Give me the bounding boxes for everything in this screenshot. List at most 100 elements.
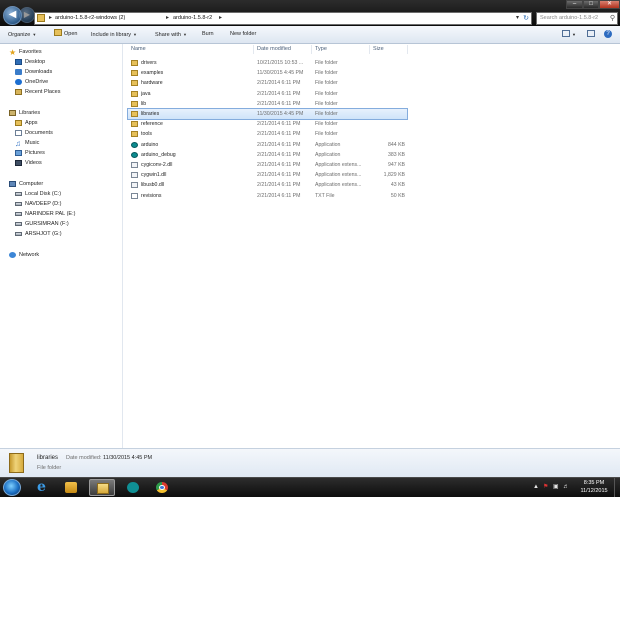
file-date-modified: 2/21/2014 6:11 PM (257, 100, 301, 107)
file-row[interactable]: examples 11/30/2015 4:45 PM File folder (128, 68, 407, 78)
show-desktop-button[interactable] (614, 478, 620, 497)
file-row[interactable]: arduino 2/21/2014 6:11 PM Application 844 K… (128, 140, 407, 150)
arduino-icon (127, 482, 139, 493)
network-icon (9, 252, 16, 258)
close-button[interactable]: ✕ (599, 0, 620, 9)
file-date-modified: 2/21/2014 6:11 PM (257, 80, 301, 87)
nav-label: ARSHJOT (G:) (25, 231, 62, 237)
minimize-button[interactable]: – (566, 0, 583, 9)
share-with-button[interactable]: Share with ▼ (155, 26, 187, 43)
maximize-button[interactable]: □ (583, 0, 599, 9)
column-header-name[interactable]: Name (131, 44, 146, 54)
folder-icon (9, 453, 24, 473)
file-row[interactable]: libusb0.dll 2/21/2014 6:11 PM Application … (128, 180, 407, 190)
file-name: libraries (141, 111, 160, 117)
include-in-library-button[interactable]: Include in library ▼ (91, 26, 137, 43)
taskbar-media-player[interactable] (58, 479, 84, 496)
chevron-down-icon[interactable]: ▾ (516, 13, 519, 24)
column-divider[interactable] (407, 45, 408, 54)
file-date-modified: 11/30/2015 4:45 PM (257, 70, 304, 77)
clock-date[interactable]: 11/12/2015 (576, 488, 612, 494)
taskbar-windows-explorer[interactable] (89, 479, 115, 496)
file-row[interactable]: reference 2/21/2014 6:11 PM File folder (128, 119, 407, 129)
drive-icon (15, 192, 22, 196)
chevron-right-icon[interactable]: ▸ (49, 13, 52, 24)
show-hidden-icons-icon[interactable]: ▲ (533, 478, 539, 497)
file-row[interactable]: libraries 11/30/2015 4:45 PM File folder (127, 108, 408, 120)
search-input[interactable]: Search arduino-1.5.8-r2 ⚲ (536, 12, 618, 25)
folder-icon (131, 60, 138, 66)
column-divider[interactable] (253, 45, 254, 54)
nav-label: Music (25, 140, 40, 146)
file-size (372, 129, 405, 139)
application-icon (131, 151, 138, 158)
breadcrumb-item[interactable]: arduino-1.5.8-r2-windows (2) (55, 13, 125, 24)
start-button[interactable] (3, 479, 21, 496)
cloud-icon (15, 79, 22, 85)
file-row[interactable]: revisions 2/21/2014 6:11 PM TXT File 50 KB (128, 191, 407, 201)
breadcrumb-item[interactable]: arduino-1.5.8-r2 (173, 13, 212, 24)
column-header-size[interactable]: Size (373, 44, 384, 54)
file-date-modified: 2/21/2014 6:11 PM (257, 172, 301, 179)
organize-label: Organize (8, 32, 31, 38)
folder-icon (15, 120, 22, 126)
preview-pane-icon[interactable] (587, 30, 595, 37)
file-row[interactable]: drivers 10/21/2015 10:53 ... File folder (128, 58, 407, 68)
pictures-icon (15, 150, 22, 156)
file-size (372, 119, 405, 129)
windows-explorer-icon (97, 483, 109, 494)
command-bar: Organize ▼ Open Include in library ▼ Share… (0, 26, 620, 44)
change-view-icon[interactable] (562, 30, 570, 37)
open-label: Open (64, 31, 78, 37)
address-bar[interactable]: ▸ arduino-1.5.8-r2-windows (2) ▸ arduino… (34, 12, 532, 25)
taskbar-chrome[interactable] (149, 479, 175, 496)
nav-label: OneDrive (25, 79, 49, 85)
forward-button[interactable]: ▶ (19, 7, 35, 23)
file-row[interactable]: lib 2/21/2014 6:11 PM File folder (128, 99, 407, 109)
file-row[interactable]: arduino_debug 2/21/2014 6:11 PM Applicatio… (128, 150, 407, 160)
organize-button[interactable]: Organize ▼ (8, 26, 36, 43)
file-row[interactable]: hardware 2/21/2014 6:11 PM File folder (128, 78, 407, 88)
new-folder-button[interactable]: New folder (230, 26, 256, 43)
details-name: libraries (37, 455, 59, 461)
nav-label: Pictures (25, 150, 45, 156)
search-icon[interactable]: ⚲ (610, 13, 615, 24)
chevron-right-icon[interactable]: ▸ (219, 13, 222, 24)
file-name: reference (141, 121, 163, 128)
new-folder-label: New folder (230, 31, 257, 37)
file-type: Application extens... (315, 162, 362, 168)
share-with-label: Share with (155, 32, 181, 38)
taskbar-internet-explorer[interactable]: e (30, 479, 56, 496)
action-center-icon[interactable]: ⚑ (543, 478, 548, 497)
network-status-icon[interactable]: ▣ (553, 478, 559, 497)
file-size (372, 78, 405, 88)
column-header-type[interactable]: Type (315, 44, 327, 54)
volume-icon[interactable]: ♬ (563, 478, 569, 497)
open-icon (54, 29, 62, 36)
file-row[interactable]: cygwin1.dll 2/21/2014 6:11 PM Application … (128, 170, 407, 180)
refresh-icon[interactable]: ↻ (523, 13, 529, 24)
chevron-down-icon[interactable]: ▼ (572, 26, 576, 43)
computer-icon (9, 181, 16, 187)
file-name: tools (141, 131, 152, 138)
file-row[interactable]: java 2/21/2014 6:11 PM File folder (128, 89, 407, 99)
file-name: lib (141, 100, 147, 107)
file-type: File folder (315, 111, 338, 117)
help-icon[interactable]: ? (604, 30, 612, 38)
column-divider[interactable] (369, 45, 370, 54)
open-button[interactable]: Open (54, 26, 77, 43)
search-placeholder: Search arduino-1.5.8-r2 (540, 15, 599, 21)
file-name: revisions (141, 192, 162, 199)
clock-time[interactable]: 8:35 PM (576, 480, 612, 486)
nav-label: Downloads (25, 69, 53, 75)
burn-button[interactable]: Burn (202, 26, 214, 43)
nav-label: NARINDER PAL (E:) (25, 211, 76, 217)
column-divider[interactable] (311, 45, 312, 54)
taskbar-arduino[interactable] (120, 479, 146, 496)
file-row[interactable]: tools 2/21/2014 6:11 PM File folder (128, 129, 407, 139)
column-header-date-modified[interactable]: Date modified (257, 44, 291, 54)
file-name: libusb0.dll (141, 182, 165, 189)
file-row[interactable]: cygiconv-2.dll 2/21/2014 6:11 PM Applicati… (128, 160, 407, 170)
file-type: File folder (315, 121, 338, 128)
chevron-right-icon[interactable]: ▸ (166, 13, 169, 24)
